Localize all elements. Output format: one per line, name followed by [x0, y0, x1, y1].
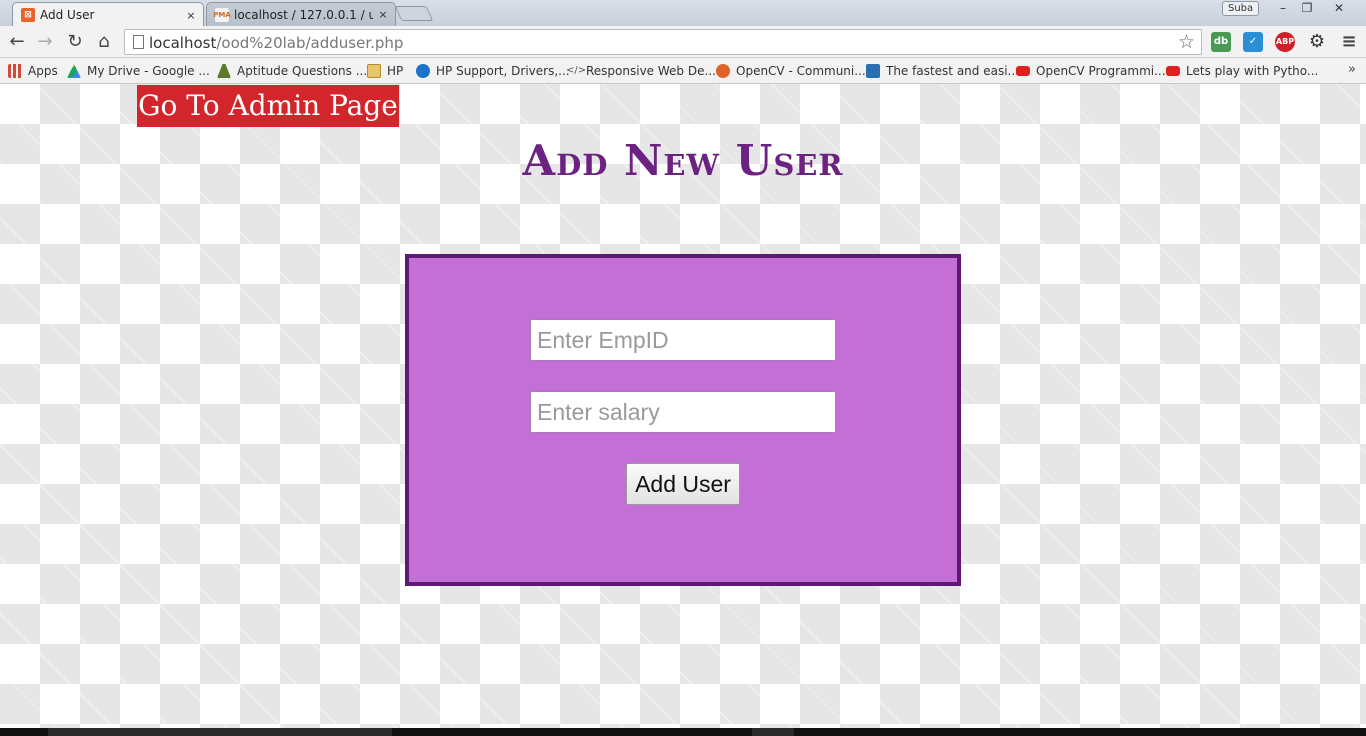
bookmark-python[interactable]: Lets play with Pytho... [1166, 62, 1318, 80]
add-user-button[interactable]: Add User [626, 463, 740, 505]
db-extension-icon[interactable]: db [1211, 32, 1231, 52]
browser-toolbar: ← → ↻ ⌂ localhost/ood%20lab/adduser.php … [0, 26, 1366, 58]
phpmyadmin-icon: PMA [213, 7, 231, 22]
settings-gear-icon[interactable]: ⚙ [1307, 32, 1327, 52]
check-extension-icon[interactable]: ✓ [1243, 32, 1263, 52]
taskbar-item[interactable] [752, 728, 794, 736]
code-icon: </> [566, 65, 587, 76]
more-bookmarks-icon[interactable]: » [1348, 62, 1356, 77]
bookmark-label: Responsive Web De... [586, 64, 716, 78]
opencv-icon [716, 64, 730, 78]
bookmark-responsive-web[interactable]: </> Responsive Web De... [566, 62, 716, 80]
bookmark-wordpress[interactable]: The fastest and easi... [866, 62, 1019, 80]
aptitude-icon [217, 64, 231, 78]
close-window-button[interactable]: ✕ [1326, 0, 1352, 17]
bookmark-hp-folder[interactable]: HP [367, 62, 403, 80]
minimize-button[interactable]: – [1270, 0, 1296, 17]
forward-button[interactable]: → [32, 30, 58, 54]
tab-title: localhost / 127.0.0.1 / user [234, 7, 373, 22]
home-button[interactable]: ⌂ [91, 30, 117, 54]
xampp-icon: ⊠ [21, 8, 35, 22]
wordpress-icon [866, 64, 880, 78]
close-tab-icon[interactable]: × [185, 9, 197, 22]
tab-phpmyadmin[interactable]: PMA localhost / 127.0.0.1 / user × [206, 2, 396, 26]
bookmark-hp-support[interactable]: HP Support, Drivers,... [416, 62, 570, 80]
close-tab-icon[interactable]: × [377, 8, 389, 21]
tab-strip: ⊠ Add User × PMA localhost / 127.0.0.1 /… [0, 0, 1366, 26]
tab-title: Add User [40, 8, 95, 22]
google-drive-icon [67, 64, 81, 78]
back-button[interactable]: ← [4, 30, 30, 54]
bookmark-aptitude[interactable]: Aptitude Questions ... [217, 62, 367, 80]
address-bar[interactable]: localhost/ood%20lab/adduser.php ☆ [124, 29, 1202, 55]
bookmark-label: Lets play with Pytho... [1186, 64, 1319, 78]
go-to-admin-button[interactable]: Go To Admin Page [137, 85, 399, 127]
hp-icon [416, 64, 430, 78]
youtube-icon [1016, 66, 1030, 76]
folder-icon [367, 64, 381, 78]
bookmark-label: My Drive - Google ... [87, 64, 210, 78]
url-host: localhost [149, 34, 217, 52]
bookmark-label: OpenCV - Communi... [736, 64, 866, 78]
page-content: Go To Admin Page Add New User Add User [0, 84, 1366, 728]
bookmark-label: Aptitude Questions ... [237, 64, 368, 78]
bookmark-label: The fastest and easi... [886, 64, 1019, 78]
empid-input[interactable] [530, 319, 836, 361]
url-path: /ood%20lab/adduser.php [216, 34, 404, 52]
new-tab-button[interactable] [394, 6, 434, 21]
bookmark-label: Apps [28, 64, 58, 78]
menu-icon[interactable]: ≡ [1339, 32, 1359, 52]
add-user-form: Add User [405, 254, 961, 586]
bookmark-label: OpenCV Programmi... [1036, 64, 1166, 78]
reload-button[interactable]: ↻ [62, 30, 88, 54]
bookmark-label: HP Support, Drivers,... [436, 64, 570, 78]
bookmark-opencv-programming[interactable]: OpenCV Programmi... [1016, 62, 1166, 80]
taskbar-item[interactable] [48, 728, 392, 736]
bookmark-opencv-community[interactable]: OpenCV - Communi... [716, 62, 866, 80]
profile-button[interactable]: Suba [1222, 1, 1260, 16]
restore-button[interactable]: ❐ [1294, 0, 1320, 17]
bookmark-my-drive[interactable]: My Drive - Google ... [67, 62, 210, 80]
bookmarks-bar: Apps My Drive - Google ... Aptitude Ques… [0, 58, 1366, 84]
page-icon [133, 35, 144, 49]
apps-grid-icon [8, 64, 22, 78]
url-text[interactable]: localhost/ood%20lab/adduser.php [149, 34, 403, 52]
os-taskbar [0, 728, 1366, 736]
tab-add-user[interactable]: ⊠ Add User × [12, 2, 204, 26]
salary-input[interactable] [530, 391, 836, 433]
bookmark-apps[interactable]: Apps [8, 62, 58, 80]
bookmark-label: HP [387, 64, 404, 78]
youtube-icon [1166, 66, 1180, 76]
adblock-icon[interactable]: ABP [1275, 32, 1295, 52]
bookmark-star-icon[interactable]: ☆ [1178, 31, 1195, 53]
page-title: Add New User [522, 136, 844, 185]
